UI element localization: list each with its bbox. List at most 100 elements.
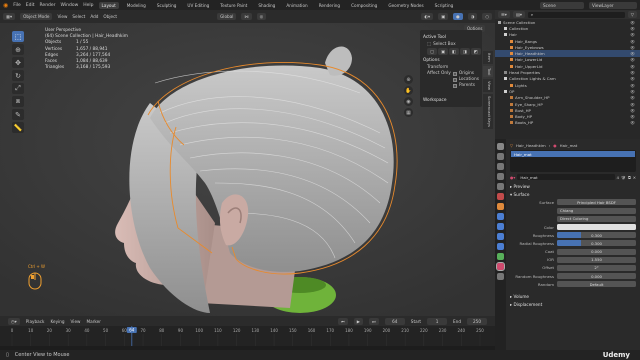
menu-playback[interactable]: Playback bbox=[26, 319, 45, 324]
fake-user-icon[interactable]: 🛡 bbox=[621, 175, 626, 180]
overlay-icon[interactable]: ◐▾ bbox=[421, 13, 434, 20]
menu-view[interactable]: View bbox=[57, 14, 67, 19]
workspace-header[interactable]: Workspace bbox=[423, 98, 479, 103]
editor-type-button[interactable]: ▦▾ bbox=[3, 13, 16, 20]
shader-input-field[interactable]: 0.300 bbox=[557, 240, 636, 247]
workspace-tab-layout[interactable]: Layout bbox=[98, 1, 119, 9]
zoom-icon[interactable]: ⊕ bbox=[404, 75, 413, 84]
displacement-panel-header[interactable]: ▸ Displacement bbox=[510, 302, 636, 307]
shader-input-field[interactable]: 2° bbox=[557, 264, 636, 271]
shader-input-field[interactable]: 0.300 bbox=[557, 232, 636, 239]
locations-checkbox[interactable] bbox=[453, 77, 457, 82]
parents-checkbox[interactable] bbox=[453, 83, 457, 88]
view-layer-selector[interactable]: ViewLayer bbox=[589, 1, 637, 9]
proportional-edit-icon[interactable]: ◎ bbox=[256, 13, 267, 20]
shading-rendered-icon[interactable]: ○ bbox=[482, 13, 492, 20]
preview-panel-header[interactable]: ▸ Preview bbox=[510, 184, 636, 189]
jump-start-icon[interactable]: ⏮ bbox=[338, 317, 348, 325]
visibility-eye-icon[interactable]: 👁 bbox=[630, 32, 635, 37]
texture-tab-icon[interactable] bbox=[497, 273, 504, 280]
menu-render[interactable]: Render bbox=[40, 3, 56, 8]
options-header[interactable]: Options bbox=[423, 58, 479, 63]
transform-tool-icon[interactable]: ⧈ bbox=[12, 96, 24, 107]
transform-subheader[interactable]: Transform bbox=[427, 65, 479, 70]
filter-icon[interactable]: ▽ bbox=[627, 11, 637, 18]
surface-panel-header[interactable]: ▾ Surface bbox=[510, 192, 636, 197]
active-tool-row[interactable]: ⬚ Select Box bbox=[427, 42, 479, 47]
start-frame-field[interactable]: 1 bbox=[427, 317, 448, 325]
constraints-tab-icon[interactable] bbox=[497, 243, 504, 250]
visibility-eye-icon[interactable]: 👁 bbox=[630, 95, 635, 100]
shader-input-field[interactable]: 0.000 bbox=[557, 273, 636, 280]
physics-tab-icon[interactable] bbox=[497, 233, 504, 240]
shading-material-icon[interactable]: ◑ bbox=[467, 13, 478, 20]
material-slot-row[interactable]: Hair_mat bbox=[511, 151, 635, 158]
output-tab-icon[interactable] bbox=[497, 163, 504, 170]
timeline-ruler[interactable]: 0 10 20 30 40 50 60 70 80 90 100 110 120 130 140 150 160… bbox=[0, 326, 495, 346]
perspective-toggle-icon[interactable]: ▦ bbox=[404, 108, 413, 117]
material-slots-list[interactable]: Hair_mat bbox=[510, 150, 636, 173]
display-mode-icon[interactable]: ▤▾ bbox=[512, 11, 525, 18]
visibility-eye-icon[interactable]: 👁 bbox=[630, 70, 635, 75]
tab-tool[interactable]: Tool bbox=[483, 65, 493, 78]
parametrization-dropdown[interactable]: Direct Coloring bbox=[557, 215, 636, 222]
material-browse-icon[interactable]: ●▾ bbox=[510, 175, 515, 180]
cursor-tool-icon[interactable]: ⊕ bbox=[12, 44, 24, 55]
visibility-eye-icon[interactable]: 👁 bbox=[630, 83, 635, 88]
play-icon[interactable]: ▶ bbox=[353, 317, 364, 325]
blender-logo-icon[interactable]: ◉ bbox=[3, 2, 8, 9]
scene-tab-icon[interactable] bbox=[497, 183, 504, 190]
outliner-editor-icon[interactable]: ☰▾ bbox=[498, 11, 510, 18]
origins-checkbox[interactable] bbox=[452, 71, 457, 76]
volume-panel-header[interactable]: ▸ Volume bbox=[510, 294, 636, 299]
pan-hand-icon[interactable]: ✋ bbox=[404, 86, 413, 95]
unlink-material-icon[interactable]: ✕ bbox=[633, 175, 636, 180]
3d-viewport[interactable]: ⬚ ⊕ ✥ ↻ ⤢ ⧈ ✎ 📏 User Perspective (64) Sc… bbox=[0, 23, 495, 316]
tab-screencast-keys[interactable]: Screencast Keys bbox=[483, 94, 493, 130]
jump-end-icon[interactable]: ⏭ bbox=[369, 317, 379, 325]
view-layer-tab-icon[interactable] bbox=[497, 173, 504, 180]
world-tab-icon[interactable] bbox=[497, 193, 504, 200]
shader-input-field[interactable]: 1.550 bbox=[557, 256, 636, 263]
shading-solid-icon[interactable]: ● bbox=[453, 13, 463, 20]
menu-help[interactable]: Help bbox=[83, 3, 93, 8]
render-tab-icon[interactable] bbox=[497, 153, 504, 160]
workspace-tab-uv-editing[interactable]: UV Editing bbox=[184, 2, 212, 9]
menu-edit[interactable]: Edit bbox=[26, 3, 35, 8]
visibility-eye-icon[interactable]: 👁 bbox=[630, 89, 635, 94]
visibility-eye-icon[interactable]: 👁 bbox=[630, 45, 635, 50]
timeline-editor-icon[interactable]: ◷▾ bbox=[8, 317, 20, 325]
workspace-tab-shading[interactable]: Shading bbox=[255, 2, 278, 9]
current-frame-field[interactable]: 64 bbox=[384, 317, 405, 325]
workspace-tab-modeling[interactable]: Modeling bbox=[124, 2, 149, 9]
tool-tab-icon[interactable] bbox=[497, 143, 504, 150]
outliner-search-input[interactable]: ⌕ bbox=[527, 11, 625, 18]
visibility-eye-icon[interactable]: 👁 bbox=[630, 108, 635, 113]
modifier-tab-icon[interactable] bbox=[497, 213, 504, 220]
menu-marker[interactable]: Marker bbox=[86, 319, 100, 324]
surface-shader-field[interactable]: Principled Hair BSDF bbox=[557, 199, 636, 206]
measure-tool-icon[interactable]: 📏 bbox=[12, 122, 24, 133]
material-tab-icon[interactable] bbox=[496, 262, 505, 271]
workspace-tab-scripting[interactable]: Scripting bbox=[432, 2, 457, 9]
shader-input-field[interactable]: 0.000 bbox=[557, 248, 636, 255]
workspace-tab-sculpting[interactable]: Sculpting bbox=[154, 2, 180, 9]
active-tool-header[interactable]: Active Tool bbox=[423, 35, 479, 40]
particles-tab-icon[interactable] bbox=[497, 223, 504, 230]
color-swatch[interactable] bbox=[557, 224, 636, 231]
workspace-tab-compositing[interactable]: Compositing bbox=[348, 2, 380, 9]
visibility-eye-icon[interactable]: 👁 bbox=[630, 20, 635, 25]
menu-add[interactable]: Add bbox=[90, 14, 98, 19]
annotate-tool-icon[interactable]: ✎ bbox=[12, 109, 24, 120]
visibility-eye-icon[interactable]: 👁 bbox=[630, 114, 635, 119]
rotate-tool-icon[interactable]: ↻ bbox=[12, 70, 24, 81]
scale-tool-icon[interactable]: ⤢ bbox=[12, 83, 24, 94]
menu-select[interactable]: Select bbox=[72, 14, 85, 19]
workspace-tab-rendering[interactable]: Rendering bbox=[316, 2, 343, 9]
tab-view[interactable]: View bbox=[483, 79, 493, 93]
workspace-tab-animation[interactable]: Animation bbox=[283, 2, 310, 9]
orientation-dropdown[interactable]: Global bbox=[217, 13, 237, 20]
menu-keying[interactable]: Keying bbox=[50, 319, 64, 324]
menu-timeline-view[interactable]: View bbox=[71, 319, 81, 324]
camera-view-icon[interactable]: ◉ bbox=[404, 97, 413, 106]
